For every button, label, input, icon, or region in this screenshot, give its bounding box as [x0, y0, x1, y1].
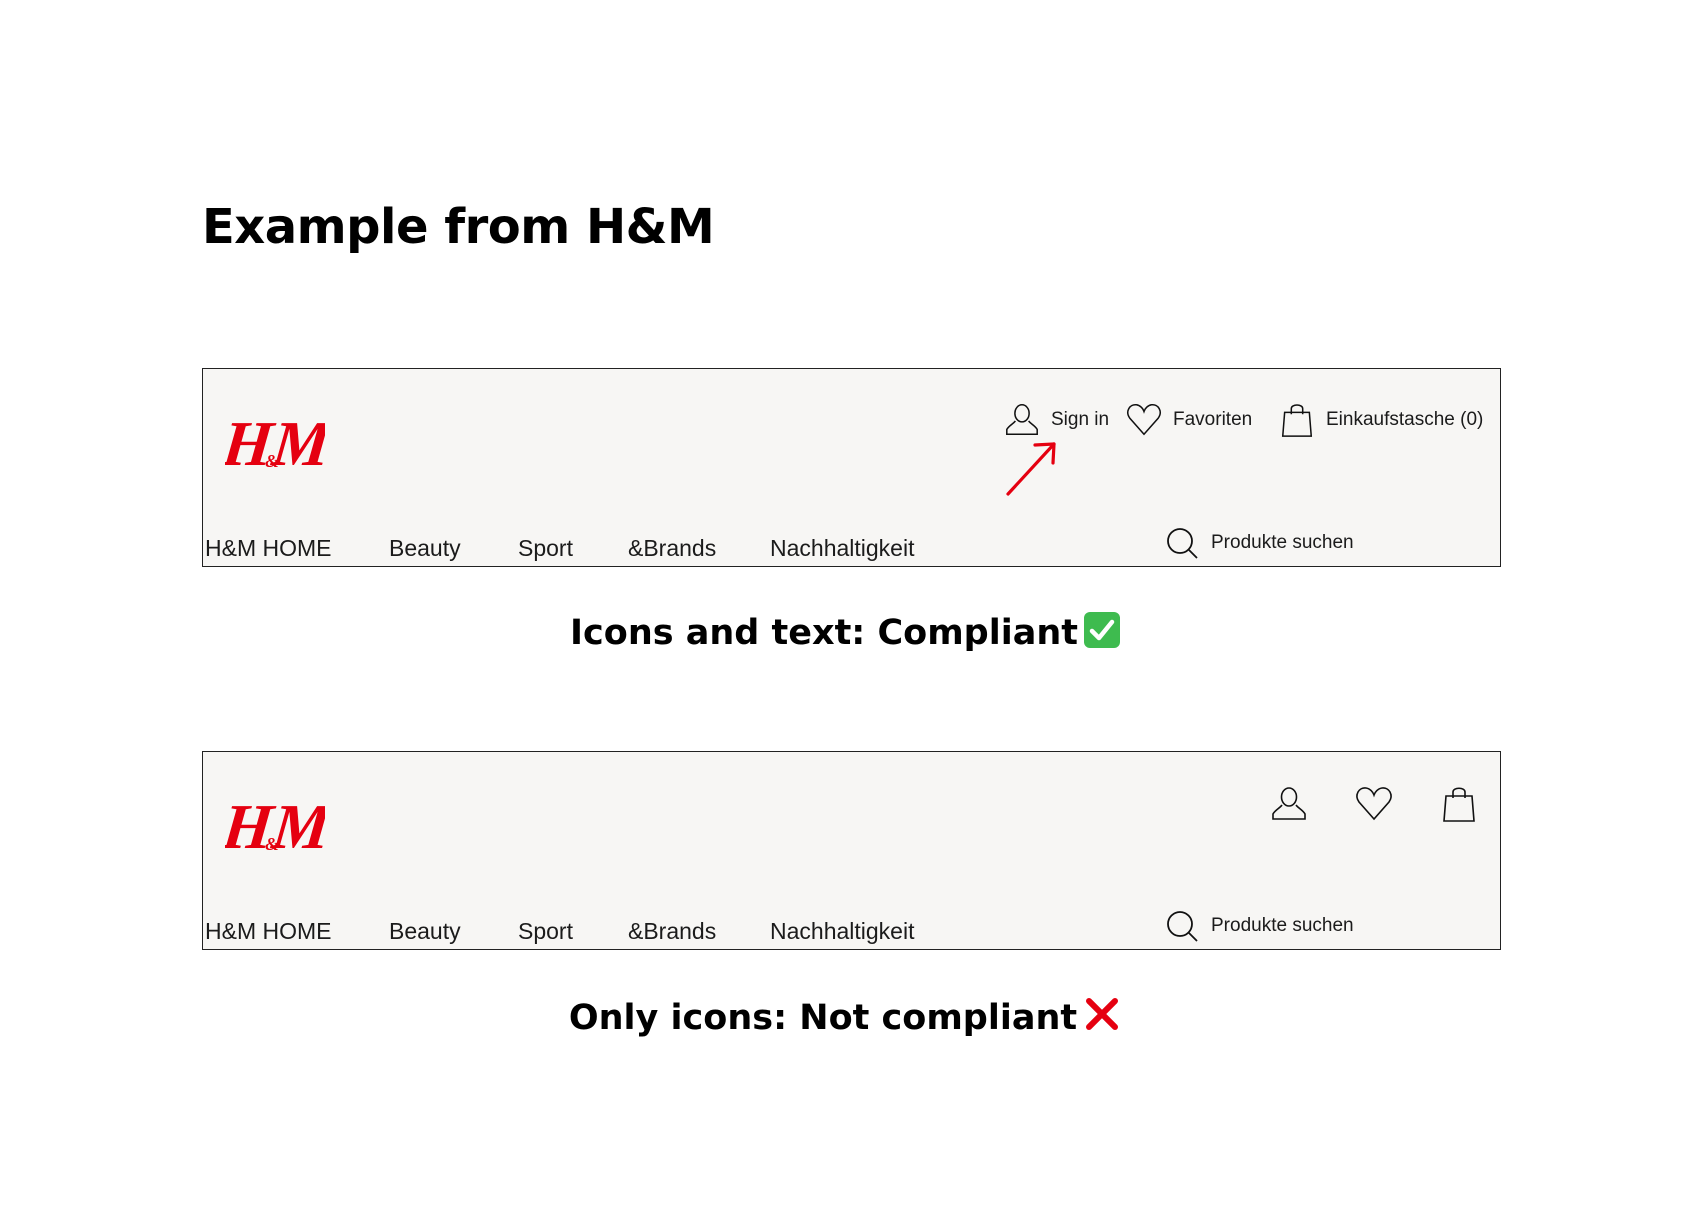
search-icon: [1165, 526, 1199, 560]
shopping-bag-link[interactable]: Einkaufstasche (0): [1278, 401, 1483, 439]
favorites-link[interactable]: Favoriten: [1125, 401, 1252, 439]
nav-item-nachhaltigkeit[interactable]: Nachhaltigkeit: [770, 920, 970, 943]
shopping-bag-label: Einkaufstasche (0): [1326, 409, 1484, 430]
hm-logo-mark: H & M: [225, 791, 325, 858]
compliant-caption: Icons and text: Compliant: [0, 612, 1690, 651]
shopping-bag-icon[interactable]: [1439, 784, 1479, 824]
nav-item-brands[interactable]: &Brands: [628, 537, 770, 560]
sign-in-label: Sign in: [1051, 409, 1110, 430]
noncompliant-caption: Only icons: Not compliant: [0, 995, 1690, 1036]
main-nav: H&M HOME Beauty Sport &Brands Nachhaltig…: [205, 537, 970, 560]
search-icon: [1165, 909, 1199, 943]
nav-item-sport[interactable]: Sport: [518, 537, 628, 560]
main-nav: H&M HOME Beauty Sport &Brands Nachhaltig…: [205, 920, 970, 943]
search-placeholder: Produkte suchen: [1211, 532, 1354, 553]
svg-text:M: M: [268, 408, 325, 475]
nav-item-beauty[interactable]: Beauty: [389, 920, 518, 943]
search-field[interactable]: Produkte suchen: [1165, 526, 1354, 560]
search-field[interactable]: Produkte suchen: [1165, 909, 1354, 943]
heart-icon: [1125, 401, 1163, 439]
check-mark-icon: [1084, 612, 1120, 648]
svg-text:M: M: [268, 791, 325, 858]
header-noncompliant: H & M H&M HOME Beauty Sport &Brands Nach…: [202, 751, 1501, 950]
user-icon[interactable]: [1269, 784, 1309, 824]
annotation-arrow: [1003, 437, 1063, 499]
cross-mark-icon: [1083, 995, 1121, 1033]
nav-item-hm-home[interactable]: H&M HOME: [205, 920, 389, 943]
hm-logo[interactable]: H & M: [225, 788, 325, 858]
nav-item-hm-home[interactable]: H&M HOME: [205, 537, 389, 560]
nav-item-beauty[interactable]: Beauty: [389, 537, 518, 560]
nav-item-sport[interactable]: Sport: [518, 920, 628, 943]
sign-in-link[interactable]: Sign in: [1003, 401, 1109, 439]
hm-logo[interactable]: H & M: [225, 405, 325, 475]
page-title: Example from H&M: [202, 199, 715, 255]
hm-logo-mark: H & M: [225, 408, 325, 475]
user-icon: [1003, 401, 1041, 439]
favorites-label: Favoriten: [1173, 409, 1253, 430]
nav-item-brands[interactable]: &Brands: [628, 920, 770, 943]
shopping-bag-icon: [1278, 401, 1316, 439]
compliant-caption-text: Icons and text: Compliant: [570, 613, 1078, 653]
header-compliant: H & M Sign in Favoriten Einkaufstasche (…: [202, 368, 1501, 567]
noncompliant-caption-text: Only icons: Not compliant: [568, 998, 1078, 1038]
heart-icon[interactable]: [1354, 784, 1394, 824]
search-placeholder: Produkte suchen: [1211, 915, 1354, 936]
nav-item-nachhaltigkeit[interactable]: Nachhaltigkeit: [770, 537, 970, 560]
